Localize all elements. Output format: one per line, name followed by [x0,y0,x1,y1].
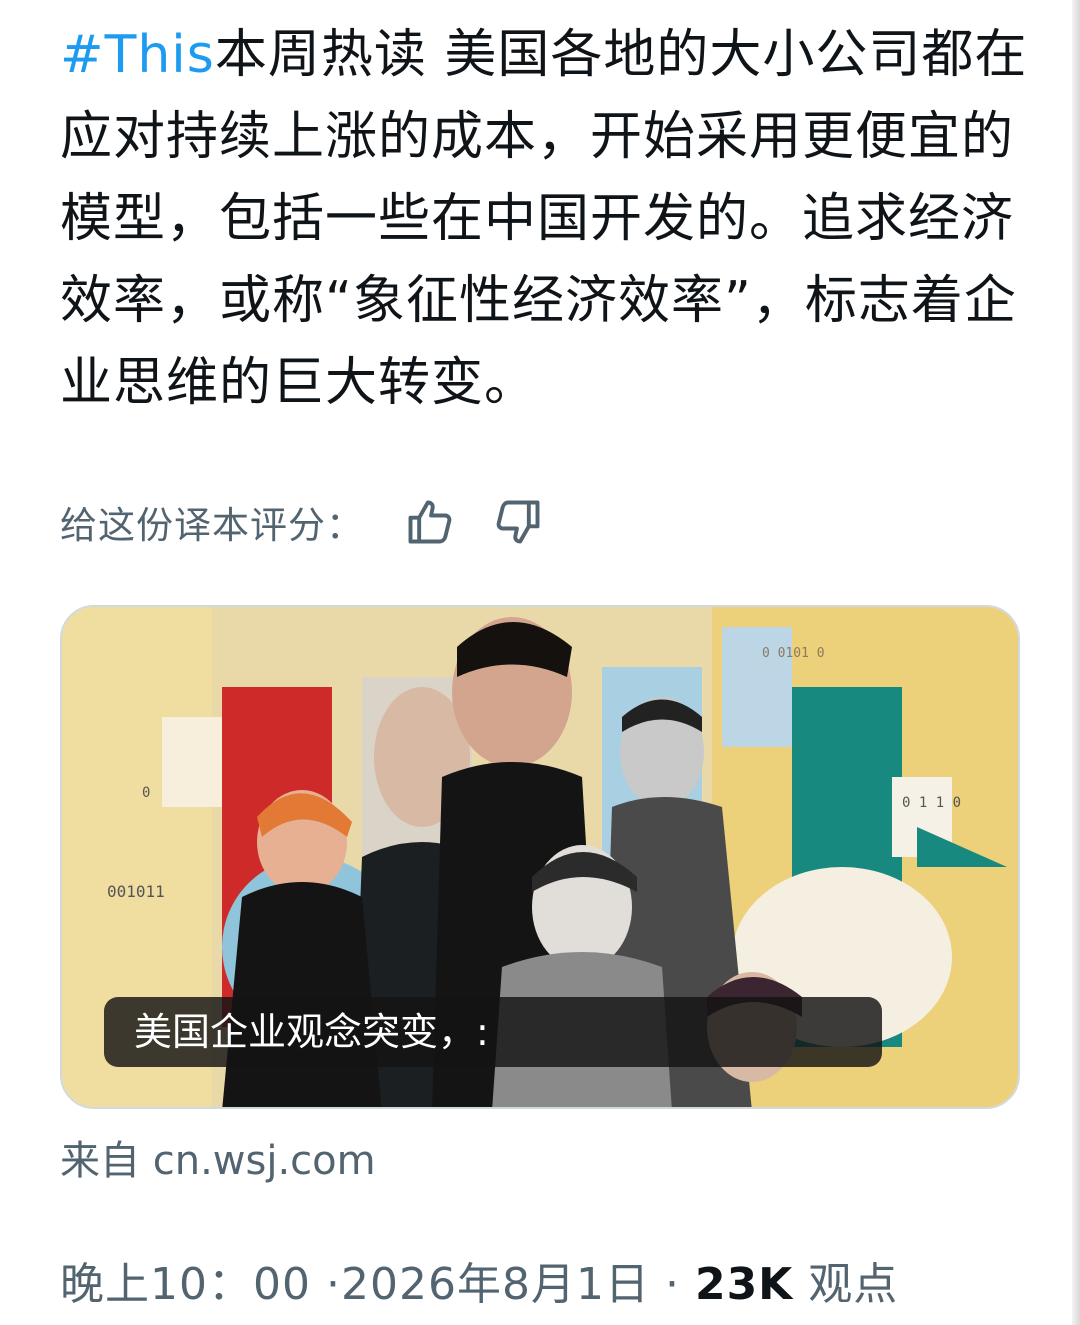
thumbs-up-icon[interactable] [404,496,456,548]
post-meta: 晚上10：00 ·2026年8月1日 · 23K 观点 [60,1248,898,1312]
video-caption: 美国企业观念突变，: [104,997,882,1067]
rate-translation-label: 给这份译本评分： [60,504,364,547]
binary-text: 001011 [107,882,165,901]
binary-text: 0 1 1 0 [902,795,961,811]
meta-separator: · [325,1259,341,1310]
source-domain: cn.wsj.com [152,1138,376,1184]
meta-separator: · [664,1259,680,1310]
post-text: #This本周热读 美国各地的大小公司都在应对持续上涨的成本，开始采用更便宜的模… [60,14,1030,424]
link-source[interactable]: 来自 cn.wsj.com [60,1128,376,1186]
thumbs-down-icon[interactable] [492,496,544,548]
translation-rating: 给这份译本评分： [60,492,544,552]
scrollbar-edge [1072,0,1080,1325]
post-date[interactable]: 2026年8月1日 [341,1259,650,1310]
binary-text: 0 [142,785,150,801]
views-count: 23K [694,1259,794,1310]
source-prefix: 来自 [60,1138,140,1184]
binary-text: 0 0101 0 [762,646,825,661]
views-label: 观点 [808,1259,899,1310]
link-preview-card[interactable]: 001011 0 0101 0 0 1 1 0 0 美国企业观念突变，: [60,605,1020,1109]
post-time[interactable]: 晚上10：00 [60,1259,311,1310]
hashtag-link[interactable]: #This [60,25,215,85]
